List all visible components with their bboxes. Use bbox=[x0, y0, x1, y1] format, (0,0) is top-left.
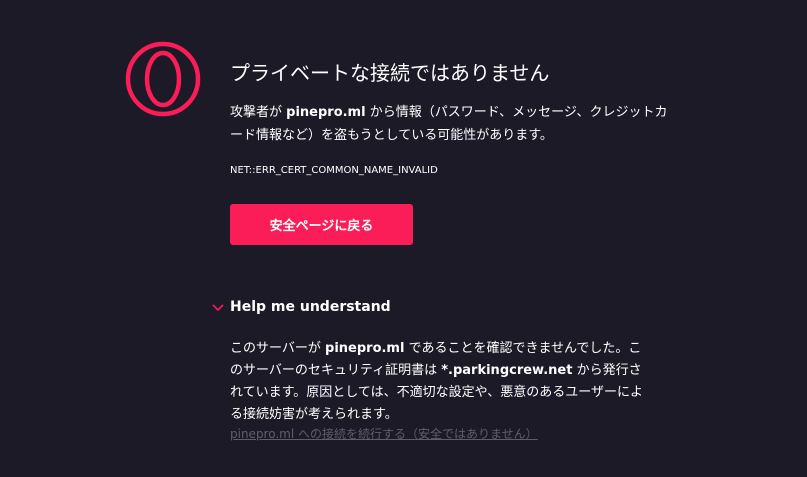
page-title: プライベートな接続ではありません bbox=[230, 61, 550, 85]
detail-part1: このサーバーが bbox=[230, 341, 326, 356]
error-page: プライベートな接続ではありません 攻撃者が pinepro.ml から情報（パス… bbox=[0, 0, 807, 477]
opera-gx-logo-icon bbox=[125, 41, 201, 117]
back-to-safety-button[interactable]: 安全ページに戻る bbox=[230, 204, 413, 245]
help-detail-text: このサーバーが pinepro.ml であることを確認できませんでした。このサー… bbox=[230, 338, 650, 426]
help-me-understand-toggle[interactable]: Help me understand bbox=[211, 297, 391, 317]
description-domain: pinepro.ml bbox=[286, 105, 366, 120]
help-toggle-label: Help me understand bbox=[230, 299, 391, 315]
detail-domain: pinepro.ml bbox=[325, 341, 405, 356]
proceed-unsafe-link[interactable]: pinepro.ml への接続を続行する（安全ではありません） bbox=[230, 426, 538, 442]
description-prefix: 攻撃者が bbox=[230, 105, 287, 120]
error-description: 攻撃者が pinepro.ml から情報（パスワード、メッセージ、クレジットカー… bbox=[230, 101, 670, 147]
chevron-down-icon bbox=[212, 304, 224, 312]
error-code: NET::ERR_CERT_COMMON_NAME_INVALID bbox=[230, 165, 438, 176]
detail-cert-domain: *.parkingcrew.net bbox=[441, 363, 573, 378]
